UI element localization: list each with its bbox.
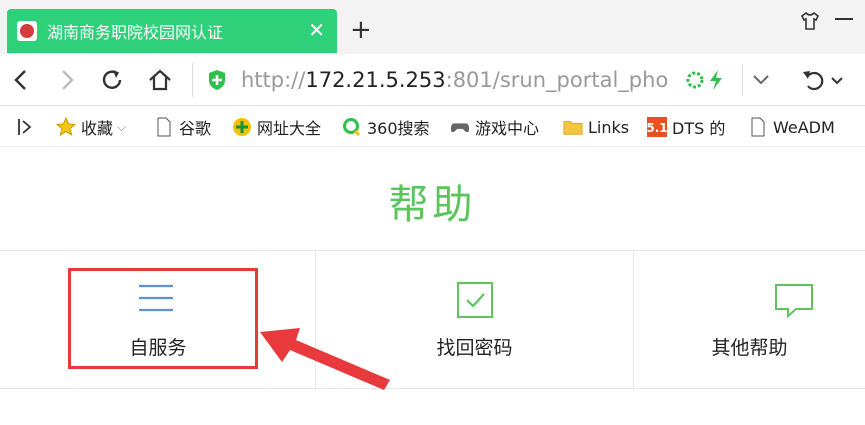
home-icon[interactable]: [146, 66, 174, 94]
chevron-down-icon[interactable]: [752, 74, 770, 86]
site-favicon-icon: [17, 21, 37, 41]
url-text: http://172.21.5.253:801/srun_portal_pho: [241, 66, 671, 94]
extension-icons: [686, 70, 722, 90]
new-tab-button[interactable]: +: [350, 14, 372, 46]
minimize-icon[interactable]: [835, 18, 853, 20]
bookmark-label: 游戏中心: [475, 119, 540, 138]
bookmark-label: 360搜索: [367, 119, 430, 138]
skin-shirt-icon[interactable]: [799, 10, 821, 32]
gamepad-icon: [450, 117, 470, 137]
checkbox-icon: [457, 282, 493, 318]
bookmark-item-5[interactable]: Links: [563, 116, 629, 138]
url-scheme: http://: [241, 68, 306, 92]
search-ring-icon: [342, 117, 362, 137]
bookmark-item-3[interactable]: 360搜索: [342, 116, 430, 138]
bookmark-item-7[interactable]: WeADM: [748, 116, 835, 138]
lightning-icon[interactable]: [710, 70, 722, 90]
url-host: 172.21.5.253: [305, 68, 446, 92]
annotation-arrow-icon: [260, 328, 390, 390]
bookmark-label: DTS 的: [672, 119, 726, 138]
url-dropdown-divider: [742, 64, 743, 96]
page-icon: [748, 117, 768, 137]
chat-icon: [775, 284, 813, 319]
address-toolbar: http://172.21.5.253:801/srun_portal_pho: [0, 54, 865, 106]
svg-text:5.1: 5.1: [647, 121, 667, 135]
tab-title: 湖南商务职院校园网认证: [47, 23, 224, 42]
forward-icon[interactable]: [52, 66, 80, 94]
url-path: :801/srun_portal_pho: [445, 68, 669, 92]
bookmark-label: 收藏: [81, 119, 114, 138]
bookmark-label: 网址大全: [257, 119, 322, 138]
tab-strip: 湖南商务职院校园网认证 ✕ +: [0, 0, 865, 54]
chevron-down-icon: ⌵: [117, 119, 127, 134]
bookmark-label: 谷歌: [179, 119, 212, 138]
bookmark-bar: 收藏 ⌵ 谷歌 网址大全 360搜索 游戏中心 Links 5.1 DTS 的: [0, 107, 865, 147]
undo-close-tab-icon[interactable]: [800, 68, 844, 92]
other-help-label: 其他帮助: [711, 337, 788, 359]
highlight-box: [68, 268, 258, 369]
security-shield-icon: [209, 70, 225, 90]
bookmark-label: WeADM: [773, 117, 835, 137]
tab-close-icon[interactable]: ✕: [308, 18, 325, 42]
folder-icon: [563, 117, 583, 137]
reload-icon[interactable]: [98, 66, 126, 94]
five-one-icon: 5.1: [647, 117, 667, 137]
bookmark-item-4[interactable]: 游戏中心: [450, 116, 539, 138]
bookmark-item-2[interactable]: 网址大全: [232, 116, 321, 138]
bookmark-item-0[interactable]: 收藏 ⌵: [56, 116, 126, 138]
sidebar-toggle-icon[interactable]: [16, 117, 34, 137]
browser-tab[interactable]: 湖南商务职院校园网认证 ✕: [7, 9, 337, 53]
page-title: 帮助: [388, 182, 477, 228]
back-icon[interactable]: [8, 66, 36, 94]
bookmark-label: Links: [588, 117, 630, 137]
loading-spinner-icon[interactable]: [686, 71, 704, 89]
bookmark-item-6[interactable]: 5.1 DTS 的: [647, 116, 725, 138]
other-help-link[interactable]: 其他帮助: [634, 251, 865, 390]
plus-circle-icon: [232, 117, 252, 137]
bookmark-item-1[interactable]: 谷歌: [154, 116, 211, 138]
page-icon: [154, 117, 174, 137]
star-icon: [56, 117, 76, 137]
browser-window: 湖南商务职院校园网认证 ✕ + http://172.21.5.253:801/…: [0, 0, 865, 425]
